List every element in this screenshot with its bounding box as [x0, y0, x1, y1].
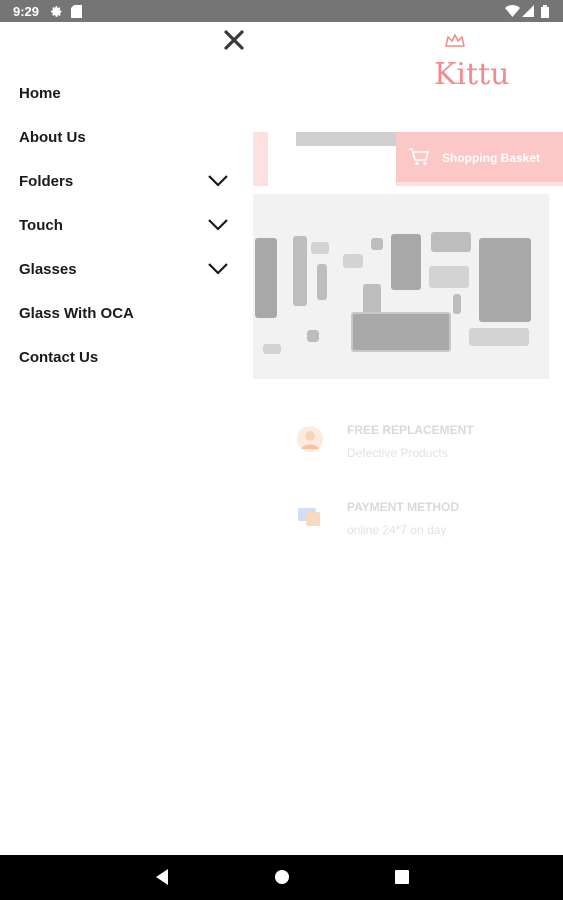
chevron-down-icon[interactable]: [207, 218, 229, 232]
recents-icon[interactable]: [394, 868, 410, 886]
hero-banner: [253, 194, 549, 379]
feature-title: PAYMENT METHOD: [347, 500, 460, 514]
menu-item-glass-with-oca[interactable]: Glass With OCA: [19, 300, 234, 330]
menu-item-folders[interactable]: Folders: [19, 168, 234, 198]
menu-item-label: Contact Us: [19, 349, 99, 366]
back-icon[interactable]: [154, 868, 170, 886]
wifi-icon: [505, 5, 520, 17]
chevron-down-icon[interactable]: [207, 262, 229, 276]
navigation-drawer: Home About Us Folders Touch Glasses Glas…: [0, 22, 253, 855]
menu-item-home[interactable]: Home: [19, 80, 234, 110]
menu-item-label: Glasses: [19, 261, 77, 278]
sd-card-icon: [71, 5, 82, 18]
settings-icon: [51, 6, 62, 17]
menu-item-glasses[interactable]: Glasses: [19, 256, 234, 286]
feature-subtitle: Defective Products: [347, 446, 448, 460]
cart-icon: [409, 148, 430, 166]
status-time: 9:29: [13, 4, 40, 19]
menu-item-label: Touch: [19, 217, 63, 234]
basket-label: Shopping Basket: [442, 151, 541, 165]
system-nav-bar: [0, 855, 563, 900]
menu-item-label: About Us: [19, 129, 86, 146]
replacement-icon: [297, 426, 323, 452]
close-icon: [224, 30, 244, 50]
logo-text: Kittu: [434, 57, 510, 92]
menu-item-label: Glass With OCA: [19, 305, 134, 322]
shopping-basket-button[interactable]: Shopping Basket: [396, 132, 563, 182]
brand-logo: Kittu: [432, 34, 532, 94]
status-bar: 9:29: [0, 0, 563, 22]
menu-item-about-us[interactable]: About Us: [19, 124, 234, 154]
feature-subtitle: online 24*7 on day: [347, 523, 447, 537]
menu-item-contact-us[interactable]: Contact Us: [19, 344, 234, 374]
feature-payment-method: PAYMENT METHOD online 24*7 on day: [296, 500, 556, 540]
menu-item-label: Folders: [19, 173, 74, 190]
feature-free-replacement: FREE REPLACEMENT Defective Products: [296, 423, 556, 463]
battery-icon: [541, 5, 549, 18]
menu-item-label: Home: [19, 85, 61, 102]
payment-icon: [298, 508, 320, 526]
search-bar: [296, 132, 396, 146]
feature-title: FREE REPLACEMENT: [347, 423, 474, 437]
home-icon[interactable]: [274, 868, 290, 886]
crown-icon: [445, 34, 465, 47]
signal-icon: [522, 5, 534, 17]
chevron-down-icon[interactable]: [207, 174, 229, 188]
menu-item-touch[interactable]: Touch: [19, 212, 234, 242]
close-button[interactable]: [221, 27, 247, 53]
